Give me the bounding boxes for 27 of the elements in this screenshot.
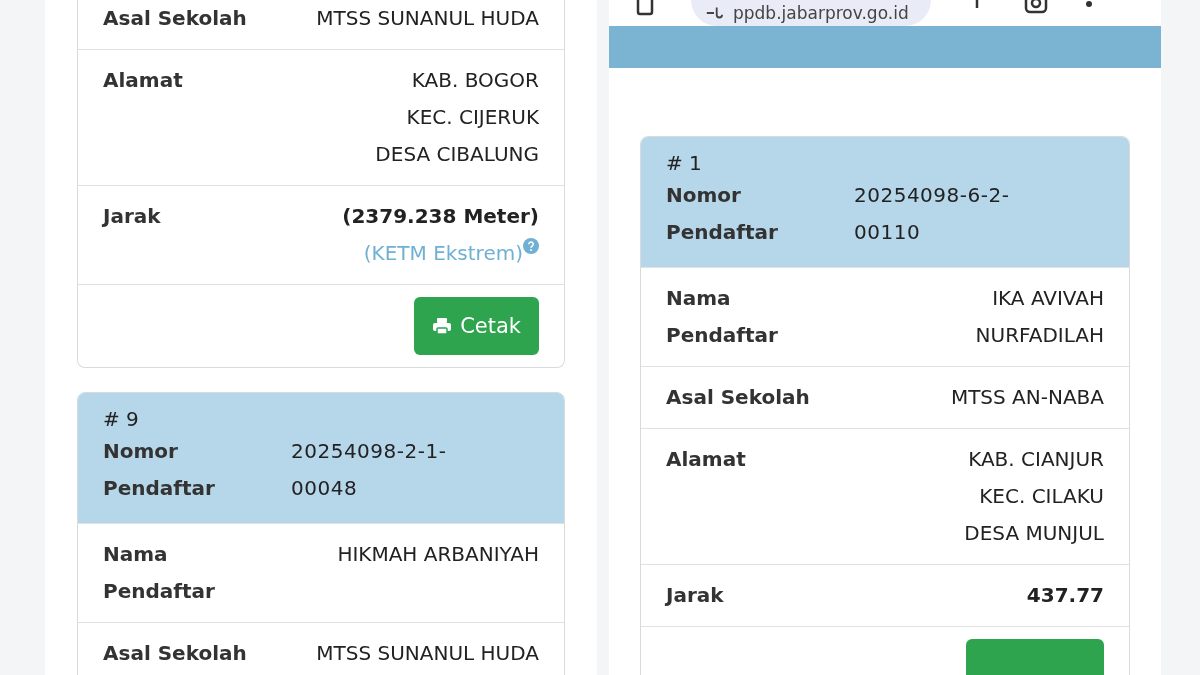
distance-value: 437.77 bbox=[1026, 582, 1104, 609]
field-value: IKA AVIVAH NURFADILAH bbox=[975, 285, 1104, 349]
field-value: 20254098-2-1- 00048 bbox=[291, 438, 447, 502]
field-label: Alamat bbox=[666, 446, 747, 473]
field-label: Nomor Pendaftar bbox=[103, 438, 216, 502]
field-value: 20254098-6-2- 00110 bbox=[854, 182, 1010, 246]
field-label: Jarak bbox=[666, 582, 725, 609]
field-label: Jarak bbox=[103, 203, 162, 230]
category-note: (KETM Ekstrem) bbox=[363, 240, 523, 267]
distance-value: (2379.238 Meter) bbox=[342, 203, 539, 230]
printer-icon bbox=[432, 316, 453, 336]
entry-number: # 9 bbox=[103, 406, 140, 433]
field-value: MTSS SUNANUL HUDA bbox=[316, 5, 539, 32]
field-label: Asal Sekolah bbox=[103, 640, 248, 667]
field-value: HIKMAH ARBANIYAH bbox=[337, 541, 539, 568]
field-label: Asal Sekolah bbox=[666, 384, 811, 411]
field-value: KAB. CIANJUR KEC. CILAKU DESA MUNJUL bbox=[964, 446, 1104, 547]
entry-number: # 1 bbox=[666, 150, 703, 177]
field-value: KAB. BOGOR KEC. CIJERUK DESA CIBALUNG bbox=[375, 67, 539, 168]
field-value: MTSS AN-NABA bbox=[950, 384, 1104, 411]
field-label: Asal Sekolah bbox=[103, 5, 248, 32]
field-label: Alamat bbox=[103, 67, 184, 94]
address-bar[interactable]: ppdb.jabarprov.go.id bbox=[691, 0, 931, 26]
field-label: Nama Pendaftar bbox=[103, 541, 216, 605]
field-label: Nomor Pendaftar bbox=[666, 182, 779, 246]
field-value: MTSS SUNANUL HUDA bbox=[316, 640, 539, 667]
field-label: Nama Pendaftar bbox=[666, 285, 779, 349]
